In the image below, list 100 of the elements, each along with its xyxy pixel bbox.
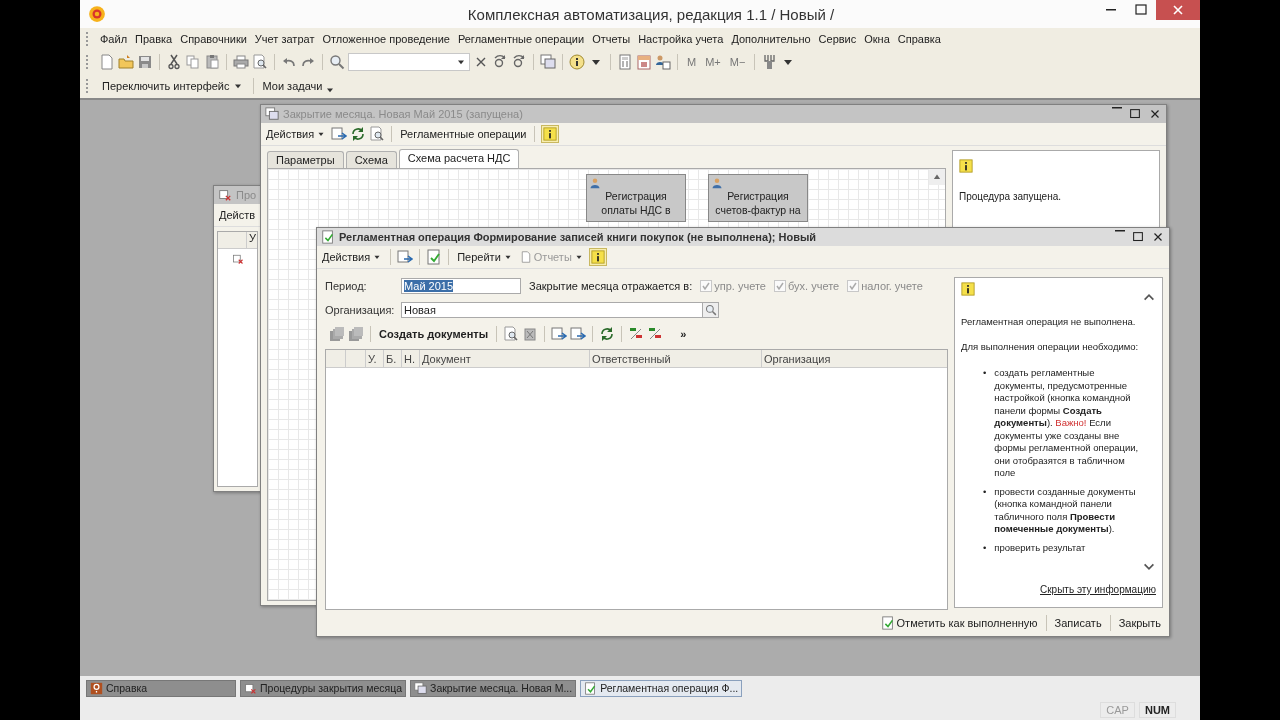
person-icon: [589, 177, 601, 189]
info-icon: [590, 250, 605, 264]
scissors-icon[interactable]: [166, 54, 182, 70]
menu-item[interactable]: Правка: [131, 33, 177, 45]
post-and-close-icon[interactable]: [426, 249, 443, 265]
form-button[interactable]: Закрыть: [1116, 617, 1163, 629]
column-header: У: [248, 232, 256, 246]
menu-item[interactable]: Отчеты: [588, 33, 635, 45]
document-icon: [584, 681, 598, 695]
search-icon[interactable]: [329, 54, 345, 70]
menu-item[interactable]: Справка: [893, 33, 945, 45]
status-indicator: CAP: [1100, 702, 1135, 718]
memory-button[interactable]: M−: [726, 56, 749, 68]
tab[interactable]: Схема: [345, 151, 397, 168]
menu-item[interactable]: Окна: [860, 33, 894, 45]
ledger-icon[interactable]: [628, 326, 645, 342]
info-button[interactable]: [588, 248, 607, 266]
toolbar-button[interactable]: Действ: [217, 209, 258, 221]
window-title: Комплексная автоматизация, редакция 1.1 / Новый /: [466, 5, 836, 23]
toolbar-button[interactable]: Регламентные операции: [398, 128, 529, 140]
scroll-up-button[interactable]: [929, 169, 945, 185]
minimize-icon: [1106, 9, 1116, 11]
find-next-icon[interactable]: [492, 54, 508, 70]
deselect-all-icon[interactable]: [348, 326, 364, 342]
panel-button[interactable]: Мои задачи: [259, 76, 340, 96]
period-field[interactable]: Май 2015: [401, 278, 521, 294]
more-button[interactable]: »: [680, 328, 687, 340]
bullet: •: [983, 485, 987, 498]
menu-item[interactable]: Отложенное проведение: [318, 33, 454, 45]
open-folder-icon[interactable]: [118, 54, 134, 70]
info-icon: [543, 127, 558, 141]
organization-field[interactable]: Новая: [401, 302, 719, 318]
post-documents-icon[interactable]: [551, 326, 568, 342]
document-icon: [321, 230, 335, 244]
tab[interactable]: Схема расчета НДС: [398, 149, 520, 168]
toolbar-button[interactable]: Перейти: [455, 251, 515, 263]
diagram-node[interactable]: Регистрация оплаты НДС в: [586, 174, 686, 222]
status-indicator: NUM: [1138, 702, 1176, 718]
refresh-icon[interactable]: [599, 326, 616, 342]
info-button[interactable]: [541, 125, 560, 143]
menu-item[interactable]: Регламентные операции: [453, 33, 589, 45]
select-all-icon[interactable]: [329, 326, 345, 342]
memory-button[interactable]: M+: [702, 56, 724, 68]
calendar-icon[interactable]: [636, 54, 652, 70]
form-button[interactable]: Записать: [1052, 617, 1104, 629]
menu-item[interactable]: Дополнительно: [727, 33, 815, 45]
panel-button[interactable]: Переключить интерфейс: [99, 80, 247, 92]
report-icon: [519, 251, 532, 263]
close-button[interactable]: [1156, 0, 1200, 20]
info-text: Регламентная операция не выполнена.: [961, 316, 1137, 329]
print-preview-icon[interactable]: [252, 54, 268, 70]
find-previous-icon[interactable]: [511, 54, 527, 70]
column-header[interactable]: Документ: [420, 350, 590, 367]
windows-icon[interactable]: [540, 54, 556, 70]
menu-item[interactable]: Файл: [96, 33, 132, 45]
window-tab[interactable]: Справка: [86, 679, 236, 697]
window-tab[interactable]: Регламентная операция Ф...: [580, 679, 743, 697]
window-tab[interactable]: Закрытие месяца. Новая М...: [410, 679, 577, 697]
window-title: Закрытие месяца. Новая Май 2015 (запущена): [283, 108, 524, 120]
info-icon[interactable]: [569, 54, 585, 70]
paste-icon[interactable]: [204, 54, 220, 70]
hide-info-link[interactable]: Скрыть эту информацию: [1040, 582, 1156, 603]
column-header[interactable]: Ответственный: [590, 350, 762, 367]
column-header[interactable]: Н.: [402, 350, 420, 367]
menu-item[interactable]: Настройка учета: [634, 33, 728, 45]
delete-icon[interactable]: [522, 326, 539, 342]
column-header[interactable]: У.: [366, 350, 384, 367]
memory-button[interactable]: M: [684, 56, 700, 68]
post-icon[interactable]: [331, 126, 348, 142]
menu-item[interactable]: Учет затрат: [250, 33, 319, 45]
checkmark-icon: [775, 281, 785, 291]
window-tab[interactable]: Процедуры закрытия месяца: [240, 679, 407, 697]
tab[interactable]: Параметры: [267, 151, 344, 168]
window-title-bar[interactable]: Регламентная операция Формирование записей книги покупок (не выполнена); Новый: [317, 228, 1169, 246]
post-icon[interactable]: [397, 249, 414, 265]
bullet: •: [983, 541, 987, 554]
column-header[interactable]: Организация: [762, 350, 947, 367]
bullet: •: [983, 367, 987, 380]
help-icon: [90, 681, 103, 695]
unpost-documents-icon[interactable]: [570, 326, 587, 342]
floppy-icon[interactable]: [137, 54, 153, 70]
search-field[interactable]: [348, 53, 470, 71]
refresh-icon[interactable]: [350, 126, 367, 142]
menu-item[interactable]: Сервис: [814, 33, 861, 45]
maximize-icon[interactable]: [1131, 230, 1145, 244]
scroll-up-icon: [932, 172, 942, 182]
create-documents-button[interactable]: Создать документы: [377, 328, 491, 340]
toolbar-button[interactable]: Действия: [320, 251, 385, 263]
diagram-node[interactable]: Регистрация счетов-фактур на: [708, 174, 808, 222]
printer-icon[interactable]: [233, 54, 249, 70]
users-icon[interactable]: [655, 54, 671, 70]
ledger-tax-icon[interactable]: [647, 326, 664, 342]
column-header[interactable]: Б.: [384, 350, 402, 367]
preview-icon[interactable]: [503, 326, 520, 342]
open-icon[interactable]: [369, 126, 386, 142]
menu-item[interactable]: Справочники: [176, 33, 251, 45]
minimize-icon[interactable]: [1115, 230, 1125, 232]
info-step: создать регламентные документы, предусмотренные настройкой (кнопка командной панели формы Создать документы). Важно! Если документы уже созданы вне формы регламентной операции, они отобразятся в табличном поле: [994, 367, 1146, 480]
form-button[interactable]: Отметить как выполненную: [878, 616, 1040, 630]
toolbar-button[interactable]: Действия: [264, 128, 329, 140]
